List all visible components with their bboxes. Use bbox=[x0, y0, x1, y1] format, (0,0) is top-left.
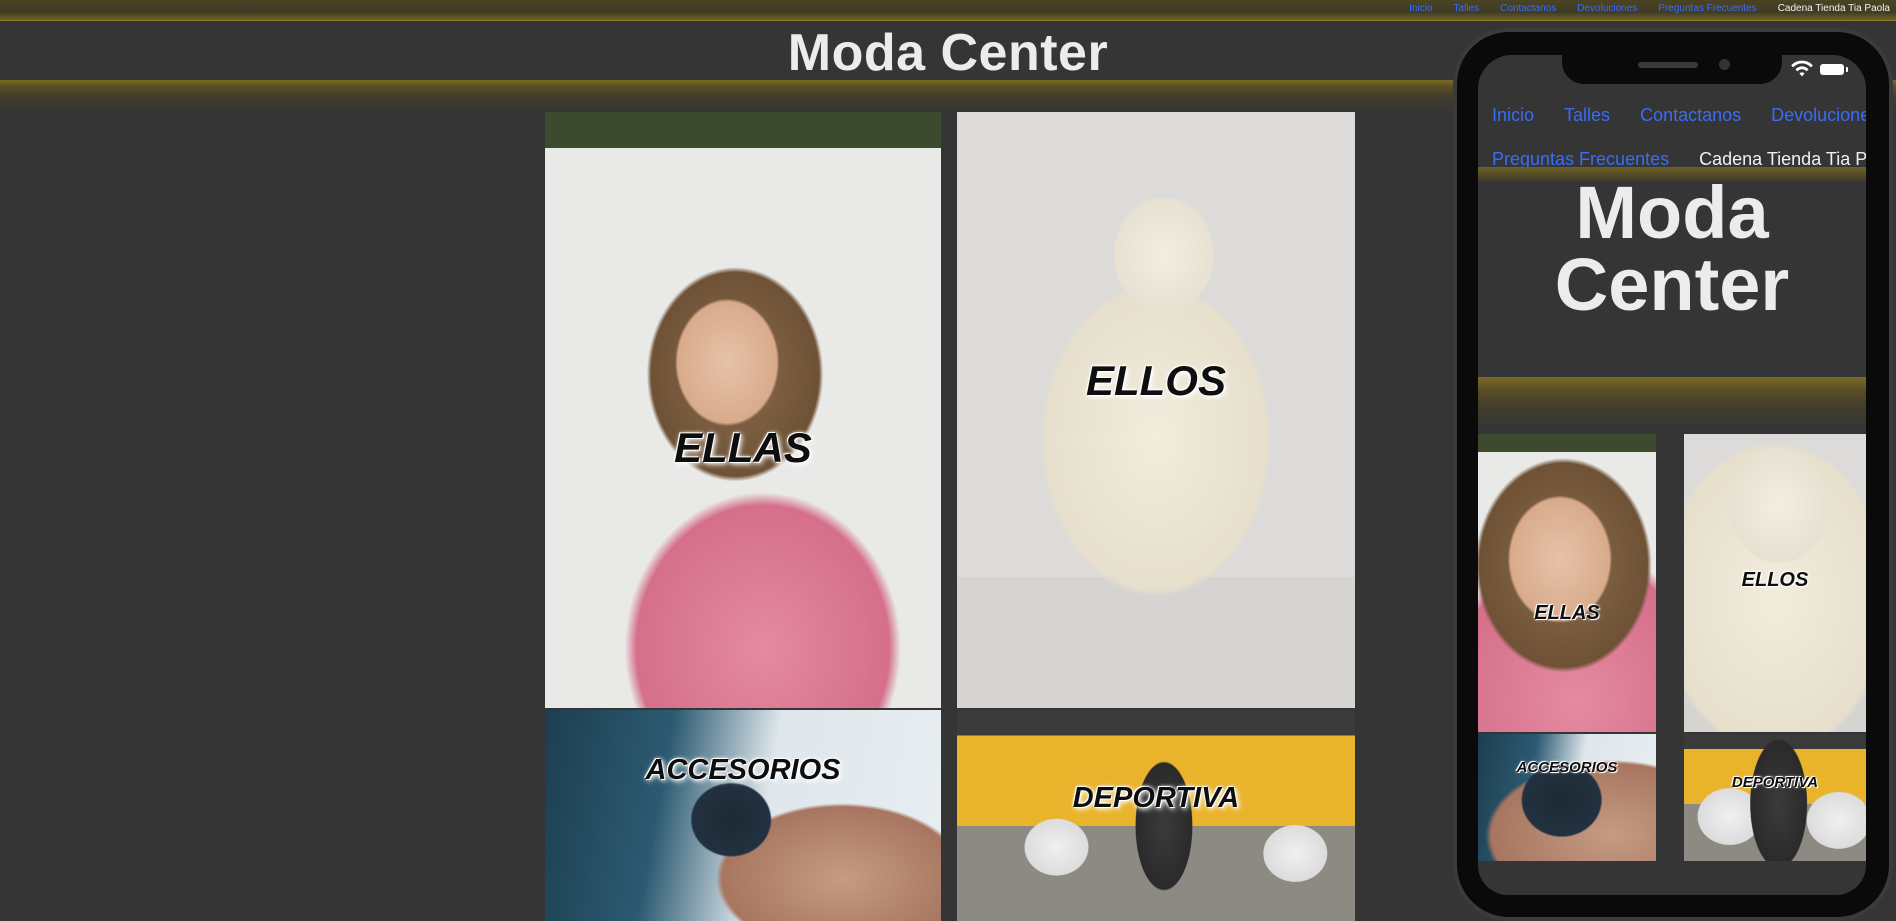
category-tile-accesorios[interactable]: ACCESORIOS bbox=[545, 710, 941, 921]
mobile-category-tile-ellos[interactable]: ELLOS bbox=[1684, 434, 1866, 732]
top-nav: Inicio Talles Contactanos Devoluciones P… bbox=[0, 0, 1896, 21]
nav-link-preguntas-frecuentes[interactable]: Preguntas Frecuentes bbox=[1658, 3, 1756, 15]
mobile-nav-link-inicio[interactable]: Inicio bbox=[1492, 93, 1534, 137]
mobile-nav-link-devoluciones[interactable]: Devoluciones bbox=[1771, 93, 1866, 137]
wifi-icon bbox=[1791, 60, 1813, 77]
battery-icon bbox=[1820, 63, 1848, 75]
phone-status-bar bbox=[1790, 60, 1848, 78]
nav-list: Inicio Talles Contactanos Devoluciones P… bbox=[1388, 3, 1896, 15]
category-label-deportiva: DEPORTIVA bbox=[1072, 782, 1240, 814]
phone-notch bbox=[1562, 52, 1782, 84]
category-tile-ellas[interactable]: ELLAS bbox=[545, 112, 941, 708]
mobile-title-line2: Center bbox=[1554, 243, 1790, 326]
category-label-ellos: ELLOS bbox=[1085, 357, 1226, 404]
woman-pink-shirt-photo bbox=[1478, 434, 1656, 732]
mobile-title-line1: Moda bbox=[1575, 171, 1769, 254]
smartwatch-photo bbox=[545, 710, 941, 921]
nav-link-contactanos[interactable]: Contactanos bbox=[1500, 3, 1556, 15]
woman-pink-shirt-photo bbox=[545, 112, 941, 708]
category-label-ellas: ELLAS bbox=[674, 424, 812, 471]
phone-camera bbox=[1719, 59, 1730, 70]
smartwatch-photo bbox=[1478, 734, 1656, 861]
mobile-category-tile-accesorios[interactable]: ACCESORIOS bbox=[1478, 734, 1656, 861]
mobile-header-gold-band bbox=[1478, 377, 1866, 429]
mobile-category-tile-deportiva[interactable]: DEPORTIVA bbox=[1684, 734, 1866, 861]
mobile-category-label-accesorios: ACCESORIOS bbox=[1516, 759, 1618, 776]
man-white-hoodie-photo bbox=[957, 112, 1355, 708]
nav-store-name: Cadena Tienda Tia Paola bbox=[1777, 3, 1890, 14]
mobile-category-label-ellas: ELLAS bbox=[1534, 602, 1600, 624]
phone-speaker bbox=[1638, 62, 1698, 68]
category-tile-deportiva[interactable]: DEPORTIVA bbox=[957, 710, 1355, 921]
mobile-nav-link-talles[interactable]: Talles bbox=[1564, 93, 1610, 137]
mobile-category-label-deportiva: DEPORTIVA bbox=[1731, 774, 1819, 791]
gym-workout-photo bbox=[1684, 734, 1866, 861]
mobile-site-title: Moda Center bbox=[1478, 176, 1866, 322]
nav-link-devoluciones[interactable]: Devoluciones bbox=[1577, 3, 1637, 15]
mobile-nav-link-contactanos[interactable]: Contactanos bbox=[1640, 93, 1741, 137]
gym-workout-photo bbox=[957, 710, 1355, 921]
mobile-category-tile-ellas[interactable]: ELLAS bbox=[1478, 434, 1656, 732]
category-tile-ellos[interactable]: ELLOS bbox=[957, 112, 1355, 708]
phone-screen: Inicio Talles Contactanos Devoluciones P… bbox=[1478, 55, 1866, 895]
category-label-accesorios: ACCESORIOS bbox=[645, 754, 841, 786]
nav-link-talles[interactable]: Talles bbox=[1454, 3, 1480, 15]
nav-link-inicio[interactable]: Inicio bbox=[1409, 3, 1432, 15]
mobile-category-label-ellos: ELLOS bbox=[1741, 569, 1809, 591]
